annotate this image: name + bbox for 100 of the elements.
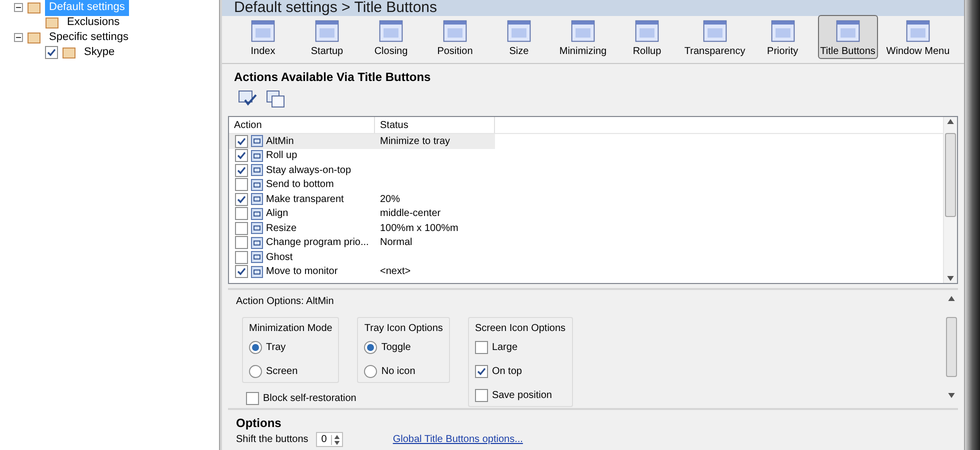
spin-up-icon[interactable]	[334, 434, 340, 438]
group-title: Minimization Mode	[249, 322, 332, 336]
radio-button[interactable]	[249, 341, 262, 354]
checkmark-icon	[237, 267, 246, 276]
table-row[interactable]: Stay always-on-top	[229, 163, 495, 178]
section-heading: Actions Available Via Title Buttons	[234, 69, 432, 86]
scrollbar[interactable]	[943, 117, 957, 283]
action-name: Move to monitor	[266, 265, 338, 280]
scroll-up-icon[interactable]	[947, 119, 954, 124]
action-name: Send to bottom	[266, 178, 334, 192]
toolbar-button[interactable]: Transparency	[682, 15, 748, 59]
toolbar-button[interactable]: Minimizing	[554, 15, 612, 59]
checkbox[interactable]	[235, 265, 248, 278]
folder-icon	[45, 16, 59, 29]
toolbar-button[interactable]: Startup	[298, 15, 356, 59]
action-status: middle-center	[379, 207, 442, 222]
checkmark-icon	[47, 48, 56, 57]
tree-item[interactable]: Skype	[80, 44, 119, 61]
checkbox[interactable]	[235, 236, 248, 250]
section-heading: Options	[236, 415, 282, 432]
option-label: Toggle	[381, 341, 411, 355]
checkbox[interactable]	[235, 207, 248, 220]
toolbar-button[interactable]: Index	[234, 15, 292, 59]
action-name: Change program prio...	[266, 236, 369, 250]
option-label: Block self-restoration	[263, 392, 356, 406]
toolbar-button[interactable]: Title Buttons	[818, 15, 878, 59]
number-spinner[interactable]: 0	[316, 432, 343, 447]
toolbar-button[interactable]: Position	[426, 15, 484, 59]
checkbox[interactable]	[474, 341, 488, 354]
subsection-heading: Action Options: AltMin	[236, 295, 335, 309]
action-icon	[251, 236, 263, 249]
checkbox[interactable]	[235, 178, 248, 192]
action-status: 100%m x 100%m	[379, 222, 460, 236]
action-icon	[251, 266, 263, 278]
option-label: No icon	[381, 365, 416, 379]
checkbox[interactable]	[235, 164, 248, 177]
scroll-down-icon[interactable]	[947, 276, 954, 281]
checkbox[interactable]	[235, 250, 248, 264]
action-name: Roll up	[266, 149, 298, 164]
tree-item[interactable]: Specific settings	[45, 29, 132, 46]
action-icon	[251, 193, 263, 206]
toolbar-button[interactable]: Size	[490, 15, 548, 59]
option-label: Tray	[266, 341, 286, 355]
group-title: Screen Icon Options	[474, 322, 566, 336]
checkbox[interactable]	[246, 392, 259, 405]
radio-button[interactable]	[249, 365, 262, 378]
action-name: Align	[266, 207, 288, 222]
option-label: Screen	[266, 365, 298, 379]
action-icon	[251, 150, 263, 162]
action-status: Minimize to tray	[379, 134, 452, 149]
table-row[interactable]: AltMin Minimize to tray	[229, 134, 495, 148]
global-options-link[interactable]: Global Title Buttons options...	[392, 432, 523, 447]
column-header[interactable]: Status	[375, 117, 495, 133]
radio-button[interactable]	[364, 341, 378, 354]
toolbar-button[interactable]: Rollup	[618, 15, 676, 59]
action-icon	[251, 135, 263, 148]
checkbox[interactable]	[474, 389, 488, 402]
checkbox[interactable]	[235, 222, 248, 235]
checkmark-icon	[237, 194, 246, 204]
folder-icon	[62, 46, 76, 59]
table-row[interactable]: Send to bottom	[229, 178, 495, 192]
toolbar-button[interactable]: Priority	[754, 15, 812, 59]
folder-icon	[27, 31, 41, 44]
page-title: Default settings > Title Buttons	[234, 0, 438, 16]
scroll-down-icon[interactable]	[948, 393, 954, 398]
checkbox[interactable]	[235, 192, 248, 206]
action-icon	[251, 164, 263, 176]
folder-icon	[27, 1, 41, 14]
collapse-toggle[interactable]	[14, 33, 23, 42]
table-row[interactable]: Make transparent 20%	[229, 192, 495, 206]
radio-button[interactable]	[364, 365, 378, 378]
field-label: Shift the buttons	[236, 433, 308, 447]
table-row[interactable]: Change program prio... Normal	[229, 236, 495, 250]
checkbox[interactable]	[235, 149, 248, 162]
action-icon	[251, 178, 263, 191]
action-name: Make transparent	[266, 192, 344, 207]
action-status: 20%	[379, 192, 402, 207]
option-label: Save position	[492, 389, 552, 403]
action-icon	[251, 208, 263, 220]
table-row[interactable]: Move to monitor <next>	[229, 264, 495, 279]
collapse-toggle[interactable]	[14, 3, 23, 12]
table-row[interactable]: Align middle-center	[229, 206, 495, 221]
column-header[interactable]: Action	[229, 117, 375, 133]
table-row[interactable]: Ghost	[229, 250, 495, 264]
table-row[interactable]: Resize 100%m x 100%m	[229, 221, 495, 236]
tree-item[interactable]: Exclusions	[63, 14, 124, 31]
option-label: Large	[492, 341, 518, 355]
check-all-icon[interactable]	[238, 90, 258, 108]
checkbox[interactable]	[235, 134, 248, 148]
windows-icon[interactable]	[266, 90, 286, 108]
table-row[interactable]: Roll up	[229, 148, 495, 163]
group-title: Tray Icon Options	[364, 322, 443, 336]
toolbar-button[interactable]: Window Menu	[884, 15, 952, 59]
action-status: Normal	[379, 236, 414, 250]
spin-down-icon[interactable]	[334, 440, 340, 444]
toolbar-button[interactable]: Closing	[362, 15, 420, 59]
checkbox[interactable]	[45, 46, 58, 59]
checkbox[interactable]	[474, 365, 488, 378]
scroll-up-icon[interactable]	[948, 296, 954, 301]
action-icon	[251, 251, 263, 264]
